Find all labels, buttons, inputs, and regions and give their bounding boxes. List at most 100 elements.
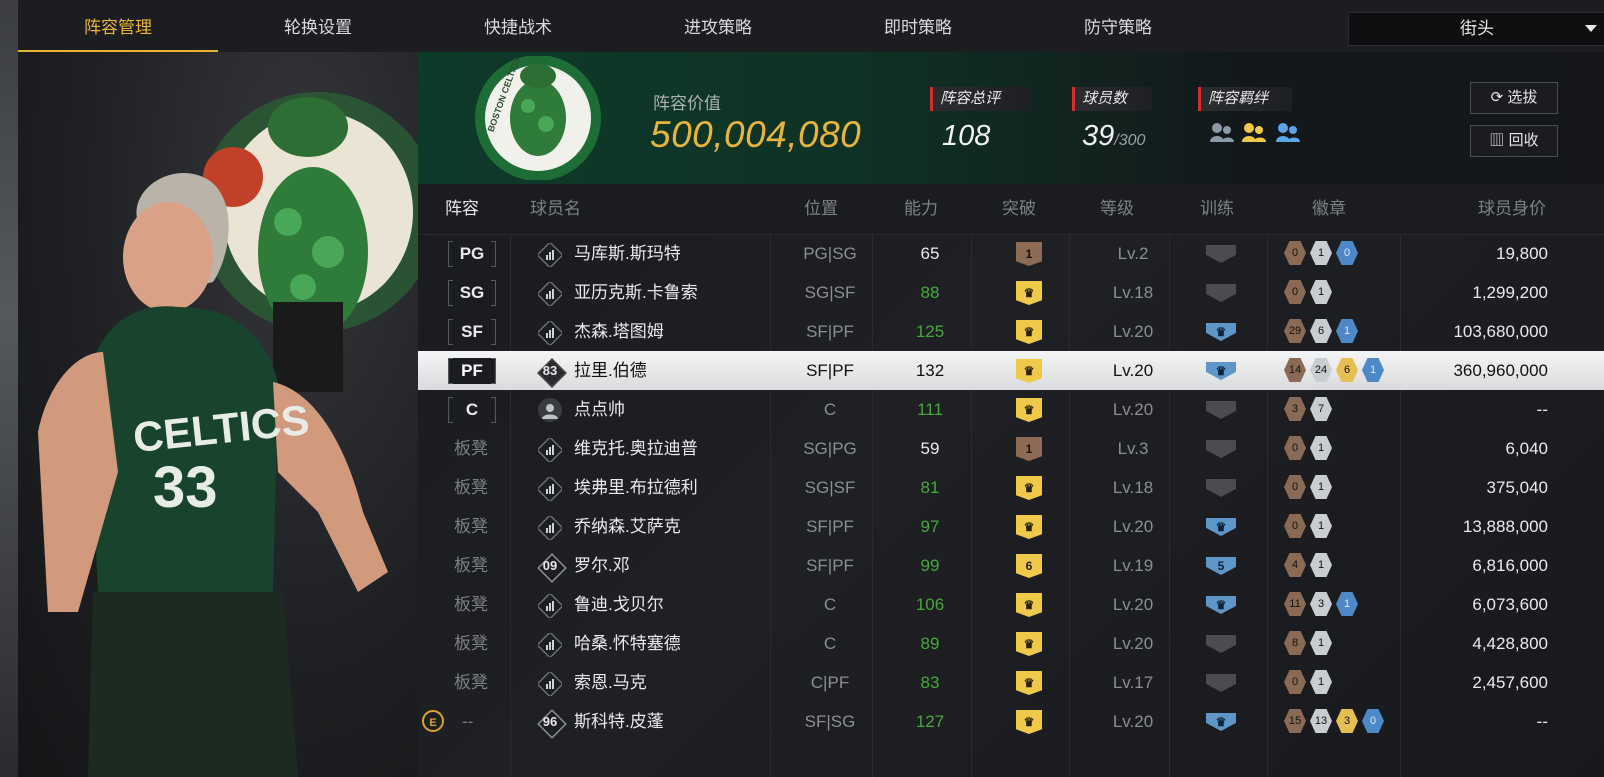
training-icon[interactable]	[1206, 245, 1236, 263]
player-overall: 65	[920, 244, 940, 263]
tab-offense[interactable]: 进攻策略	[618, 0, 818, 52]
badge-icon: 3	[1310, 592, 1332, 616]
recycle-button[interactable]: ▥ 回收	[1470, 125, 1558, 157]
badge-icon: 1	[1310, 436, 1332, 460]
table-row[interactable]: 板凳 埃弗里.布拉德利 SG|SF 81 ♛ Lv.18 0 1 375,040	[418, 468, 1604, 507]
player-name[interactable]: 斯科特.皮蓬	[574, 702, 664, 741]
player-value: --	[1536, 712, 1548, 731]
col-level[interactable]: 等级	[1100, 184, 1134, 234]
flag-badge-icon: E	[422, 710, 444, 732]
tab-lineup[interactable]: 阵容管理	[18, 0, 218, 52]
bench-label: 板凳	[454, 673, 488, 692]
mode-dropdown[interactable]: 街头	[1348, 12, 1604, 46]
player-level: Lv.20	[1112, 517, 1154, 536]
col-training[interactable]: 训练	[1200, 184, 1234, 234]
player-position: SF|SG	[804, 712, 856, 731]
player-name[interactable]: 亚历克斯.卡鲁索	[574, 273, 698, 312]
player-name[interactable]: 乔纳森.艾萨克	[574, 507, 681, 546]
select-button[interactable]: ⟳ 选拔	[1470, 82, 1558, 114]
tab-realtime[interactable]: 即时策略	[818, 0, 1018, 52]
training-icon[interactable]: 5	[1206, 557, 1236, 575]
col-overall[interactable]: 能力	[904, 184, 938, 234]
col-lineup[interactable]: 阵容	[445, 184, 479, 234]
table-row[interactable]: PF 83 拉里.伯德 SF|PF 132 ♛ Lv.20 ♛ 14 24 6 1 360,960,00…	[418, 351, 1604, 390]
player-capacity: /300	[1114, 132, 1146, 149]
player-name[interactable]: 索恩.马克	[574, 663, 647, 702]
breakthrough-icon: ♛	[1016, 320, 1042, 344]
player-overall: 81	[920, 478, 940, 497]
badge-icon: 24	[1310, 358, 1332, 382]
player-position: C	[823, 400, 837, 419]
tab-quick-tactics[interactable]: 快捷战术	[418, 0, 618, 52]
training-icon[interactable]: ♛	[1206, 323, 1236, 341]
blue-bond-icon[interactable]	[1274, 120, 1302, 149]
table-row[interactable]: 板凳 乔纳森.艾萨克 SF|PF 97 ♛ Lv.20 ♛ 0 1 13,888,000	[418, 507, 1604, 546]
col-value[interactable]: 球员身价	[1478, 184, 1546, 234]
table-row[interactable]: C 点点帅 C 111 ♛ Lv.20 3 7 --	[418, 390, 1604, 429]
player-level: Lv.3	[1117, 439, 1149, 458]
bench-label: 板凳	[454, 634, 488, 653]
player-level: Lv.20	[1112, 400, 1154, 419]
col-position[interactable]: 位置	[804, 184, 838, 234]
training-icon[interactable]: ♛	[1206, 713, 1236, 731]
player-name[interactable]: 马库斯.斯玛特	[574, 234, 681, 273]
player-value: 375,040	[1486, 478, 1548, 497]
badge-icon: 0	[1336, 241, 1358, 265]
table-row[interactable]: 板凳 哈桑.怀特塞德 C 89 ♛ Lv.20 8 1 4,428,800	[418, 624, 1604, 663]
table-row[interactable]: 板凳 09 罗尔.邓 SF|PF 99 6 Lv.19 5 4 1 6,816,000	[418, 546, 1604, 585]
badge-icon: 3	[1336, 709, 1358, 733]
badge-icon: 11	[1284, 592, 1306, 616]
player-name[interactable]: 鲁迪.戈贝尔	[574, 585, 664, 624]
table-row[interactable]: 板凳 索恩.马克 C|PF 83 ♛ Lv.17 0 1 2,457,600	[418, 663, 1604, 702]
player-position: SF|PF	[806, 322, 854, 341]
table-row[interactable]: SF 杰森.塔图姆 SF|PF 125 ♛ Lv.20 ♛ 29 6 1 103,680,000	[418, 312, 1604, 351]
gold-bond-icon[interactable]	[1240, 120, 1268, 149]
player-position: SF|PF	[806, 517, 854, 536]
training-icon[interactable]	[1206, 440, 1236, 458]
training-icon[interactable]	[1206, 401, 1236, 419]
slot-tag: PF	[448, 358, 496, 384]
table-row[interactable]: PG 马库斯.斯玛特 PG|SG 65 1 Lv.2 0 1 0 19,800	[418, 234, 1604, 273]
col-breakthrough[interactable]: 突破	[1002, 184, 1036, 234]
table-row[interactable]: 板凳 鲁迪.戈贝尔 C 106 ♛ Lv.20 ♛ 11 3 1 6,073,600	[418, 585, 1604, 624]
slot-tag: C	[448, 397, 496, 423]
training-icon[interactable]: ♛	[1206, 362, 1236, 380]
col-badges[interactable]: 徽章	[1312, 184, 1346, 234]
breakthrough-icon: ♛	[1016, 593, 1042, 617]
player-position: SG|PG	[803, 439, 857, 458]
player-illustration: CELTICS 33	[38, 92, 418, 777]
bench-label: 板凳	[454, 556, 488, 575]
training-icon[interactable]: ♛	[1206, 596, 1236, 614]
player-level: Lv.17	[1112, 673, 1154, 692]
breakthrough-icon: 1	[1016, 437, 1042, 461]
player-name[interactable]: 埃弗里.布拉德利	[574, 468, 698, 507]
player-name[interactable]: 维克托.奥拉迪普	[574, 429, 698, 468]
training-icon[interactable]	[1206, 479, 1236, 497]
badge-icon: 8	[1284, 631, 1306, 655]
badge-icon: 14	[1284, 358, 1306, 382]
player-name[interactable]: 杰森.塔图姆	[574, 312, 664, 351]
player-level: Lv.20	[1112, 322, 1154, 341]
player-value: 360,960,000	[1453, 361, 1548, 380]
table-row[interactable]: E -- 96 斯科特.皮蓬 SF|SG 127 ♛ Lv.20 ♛ 15 13 3 0 --	[418, 702, 1604, 741]
player-name[interactable]: 点点帅	[574, 390, 625, 429]
training-icon[interactable]	[1206, 674, 1236, 692]
training-icon[interactable]: ♛	[1206, 518, 1236, 536]
training-icon[interactable]	[1206, 284, 1236, 302]
player-name[interactable]: 拉里.伯德	[574, 351, 647, 390]
player-name[interactable]: 哈桑.怀特塞德	[574, 624, 681, 663]
gray-bond-icon[interactable]	[1208, 120, 1236, 149]
player-name[interactable]: 罗尔.邓	[574, 546, 630, 585]
col-name[interactable]: 球员名	[530, 184, 581, 234]
badge-icon: 0	[1284, 514, 1306, 538]
chevron-down-icon	[1585, 25, 1597, 32]
player-level: Lv.20	[1112, 712, 1154, 731]
slot-empty: --	[462, 712, 474, 731]
player-position: C	[823, 595, 837, 614]
tab-rotation[interactable]: 轮换设置	[218, 0, 418, 52]
training-icon[interactable]	[1206, 635, 1236, 653]
table-row[interactable]: 板凳 维克托.奥拉迪普 SG|PG 59 1 Lv.3 0 1 6,040	[418, 429, 1604, 468]
tab-defense[interactable]: 防守策略	[1018, 0, 1218, 52]
table-row[interactable]: SG 亚历克斯.卡鲁索 SG|SF 88 ♛ Lv.18 0 1 1,299,200	[418, 273, 1604, 312]
player-level: Lv.2	[1117, 244, 1149, 263]
